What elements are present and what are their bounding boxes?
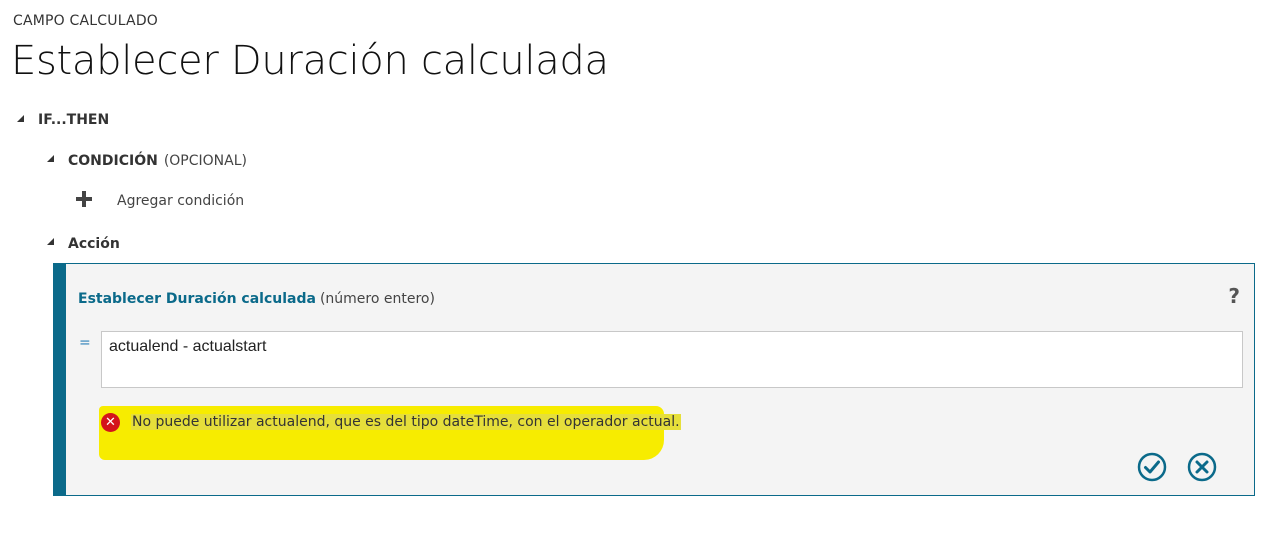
action-panel: Establecer Duración calculada (número ent… (53, 263, 1255, 496)
expression-input[interactable]: actualend - actualstart (101, 331, 1243, 388)
action-field-link[interactable]: Establecer Duración calculada (78, 291, 316, 307)
collapse-triangle-icon[interactable] (17, 115, 24, 122)
if-then-label: IF...THEN (38, 112, 110, 128)
condition-optional: (OPCIONAL) (163, 153, 247, 169)
page-title: Establecer Duración calculada (11, 38, 609, 84)
page-eyebrow: CAMPO CALCULADO (13, 13, 159, 29)
condition-title: CONDICIÓN (68, 153, 158, 169)
x-circle-icon (1187, 452, 1217, 482)
collapse-triangle-icon[interactable] (47, 155, 54, 162)
condition-label: CONDICIÓN (OPCIONAL) (68, 153, 247, 169)
collapse-triangle-icon[interactable] (47, 238, 54, 245)
confirm-check-icon[interactable] (1137, 452, 1167, 482)
add-condition-button[interactable]: Agregar condición (117, 193, 244, 209)
action-label: Acción (68, 236, 120, 252)
help-icon[interactable]: ? (1228, 284, 1240, 308)
error-x-icon: ✕ (101, 413, 120, 432)
check-circle-icon (1137, 452, 1167, 482)
action-heading: Establecer Duración calculada (número ent… (78, 291, 435, 307)
cancel-x-icon[interactable] (1187, 452, 1217, 482)
add-icon[interactable] (76, 191, 92, 207)
equals-sign: = (79, 335, 91, 351)
field-type: (número entero) (319, 291, 435, 307)
error-message: No puede utilizar actualend, que es del … (131, 414, 681, 430)
